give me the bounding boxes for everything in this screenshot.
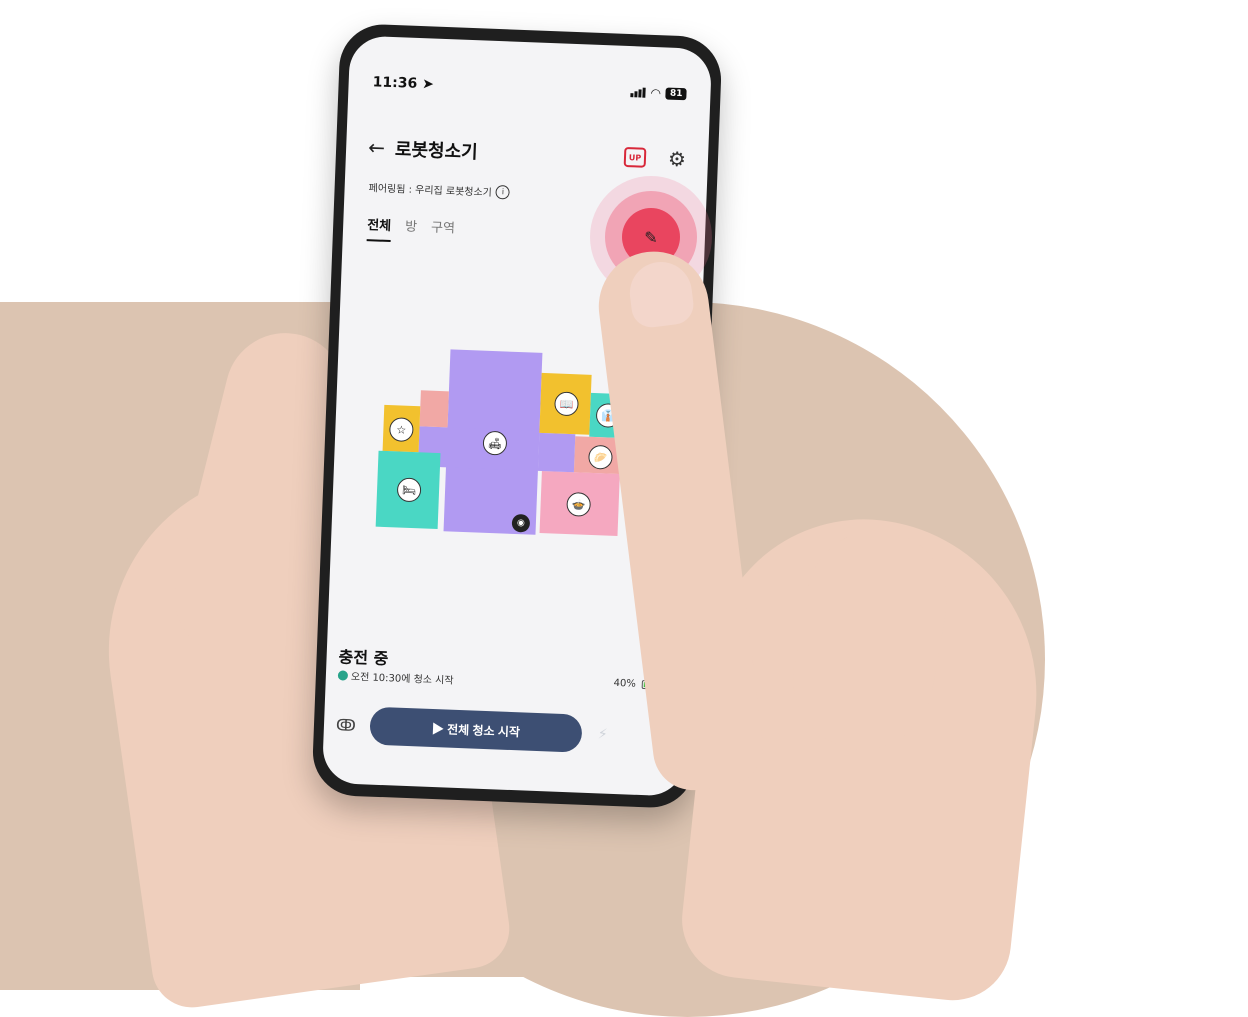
room-living-lower[interactable] (537, 432, 576, 473)
pairing-text: 페어링됨 : 우리집 로봇청소기 (368, 183, 493, 199)
room-hall[interactable] (419, 390, 449, 428)
pairing-status: 페어링됨 : 우리집 로봇청소기 i (368, 179, 511, 200)
tab-room[interactable]: 방 (404, 216, 418, 243)
back-arrow-icon[interactable]: ← (368, 135, 386, 160)
floor-map: 🛋 📖 👔 ☆ 🛏 🥟 🍲 ◉ (375, 347, 632, 546)
up-badge-icon[interactable]: UP (623, 146, 647, 168)
wifi-icon: ◠ (650, 85, 662, 101)
clock-icon (337, 669, 349, 681)
schedule-text: 오전 10:30에 청소 시작 (350, 671, 454, 687)
battery-icon: 81 (665, 87, 687, 101)
cleaning-mode-icon[interactable]: ↂ (336, 715, 371, 735)
gear-icon[interactable]: ⚙ (668, 147, 687, 172)
signal-icon (630, 87, 646, 98)
tab-zone[interactable]: 구역 (430, 217, 455, 245)
schedule-info: 오전 10:30에 청소 시작 (337, 667, 454, 687)
info-icon[interactable]: i (495, 184, 511, 200)
page-title: 로봇청소기 (394, 139, 479, 164)
map-tabs: 전체 방 구역 (366, 214, 456, 245)
pencil-icon: ✎ (644, 227, 658, 247)
bolt-icon[interactable]: ⚡ (598, 726, 608, 742)
header-spacer (478, 151, 624, 157)
start-full-cleaning-button[interactable]: ▶ 전체 청소 시작 (369, 706, 583, 753)
battery-percent: 40% (613, 677, 637, 690)
charging-status: 충전 중 (338, 647, 389, 669)
app-header: ← 로봇청소기 UP ⚙ (368, 132, 687, 174)
action-bar: ↂ ▶ 전체 청소 시작 ⚡ (335, 703, 674, 758)
status-time: 11:36 ➤ (372, 74, 435, 93)
tab-all[interactable]: 전체 (366, 214, 392, 243)
status-icons: ◠ 81 (630, 85, 687, 101)
status-bar: 11:36 ➤ ◠ 81 (372, 72, 687, 104)
